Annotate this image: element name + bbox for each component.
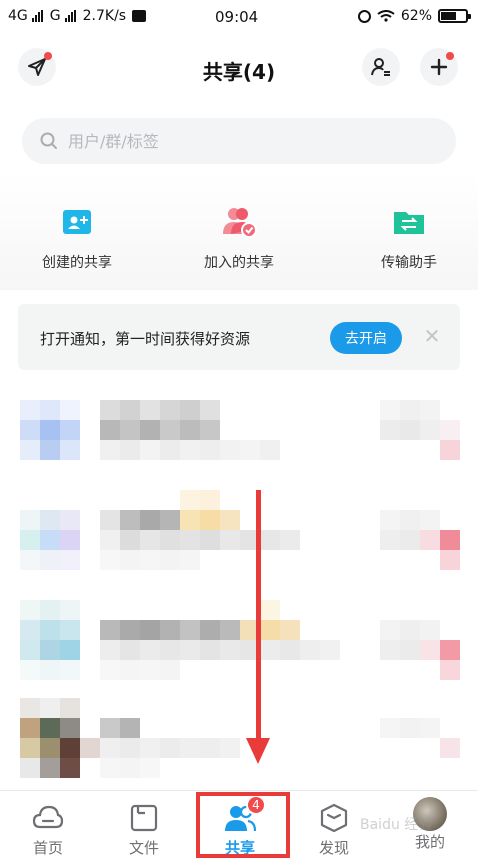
group-check-icon — [219, 202, 259, 242]
network-speed: 2.7K/s — [82, 8, 127, 24]
list-item[interactable] — [0, 392, 478, 488]
tab-files[interactable]: 文件 — [96, 791, 192, 860]
discover-cube-icon — [318, 803, 350, 833]
tab-label: 发现 — [318, 839, 349, 857]
quick-action-label: 创建的共享 — [42, 255, 112, 271]
status-bar: 4G G 2.7K/s 09:04 62% — [0, 0, 478, 34]
list-item[interactable] — [0, 590, 478, 686]
quick-action-transfer-assistant[interactable]: 传输助手 — [344, 202, 474, 272]
search-icon — [40, 132, 57, 149]
status-right: 62% — [357, 8, 471, 24]
search-bar[interactable] — [22, 118, 456, 164]
contacts-button[interactable] — [362, 48, 400, 86]
user-list-icon — [371, 58, 390, 76]
annotation-arrow-head — [246, 738, 270, 764]
tab-label: 我的 — [414, 833, 445, 851]
notification-dot — [446, 52, 454, 60]
share-list — [0, 392, 478, 788]
status-left: 4G G 2.7K/s — [8, 8, 147, 24]
page-title: 共享(4) — [202, 60, 276, 84]
list-item[interactable] — [0, 692, 478, 788]
transfer-folder-icon — [389, 202, 429, 242]
home-cloud-icon — [32, 803, 64, 833]
search-input[interactable] — [68, 131, 428, 151]
wifi-icon — [377, 10, 395, 22]
notification-text: 打开通知，第一时间获得好资源 — [40, 330, 251, 348]
clock: 09:04 — [215, 8, 259, 26]
battery-fill — [441, 12, 456, 20]
tab-label: 文件 — [128, 839, 159, 857]
network-type-2: G — [49, 8, 61, 24]
header: 共享(4) — [0, 44, 478, 94]
alarm-icon — [357, 9, 371, 23]
network-type-1: 4G — [8, 8, 28, 24]
enable-notification-button[interactable]: 去开启 — [330, 322, 402, 354]
annotation-arrow-line — [256, 490, 261, 742]
annotation-highlight-box — [196, 792, 290, 858]
folder-icon — [128, 803, 160, 833]
quick-action-created-shares[interactable]: 创建的共享 — [12, 202, 142, 272]
battery-icon — [438, 9, 471, 23]
battery-percent: 62% — [400, 8, 432, 24]
quick-actions: 创建的共享 加入的共享 传输助手 — [0, 172, 478, 290]
watermark: Baidu 经验 — [360, 817, 433, 833]
quick-action-label: 传输助手 — [381, 255, 437, 271]
folder-add-icon — [57, 202, 97, 242]
signal-icon — [31, 10, 43, 22]
plus-icon — [430, 58, 448, 76]
add-button[interactable] — [420, 48, 458, 86]
list-item[interactable] — [0, 490, 478, 586]
tab-label: 首页 — [32, 839, 63, 857]
quick-action-joined-shares[interactable]: 加入的共享 — [174, 202, 304, 272]
notification-banner: 打开通知，第一时间获得好资源 去开启 ✕ — [18, 304, 460, 370]
quick-action-label: 加入的共享 — [204, 255, 274, 271]
tab-home[interactable]: 首页 — [0, 791, 96, 860]
close-icon[interactable]: ✕ — [420, 324, 444, 348]
image-icon — [132, 10, 147, 22]
signal-icon — [64, 10, 76, 22]
